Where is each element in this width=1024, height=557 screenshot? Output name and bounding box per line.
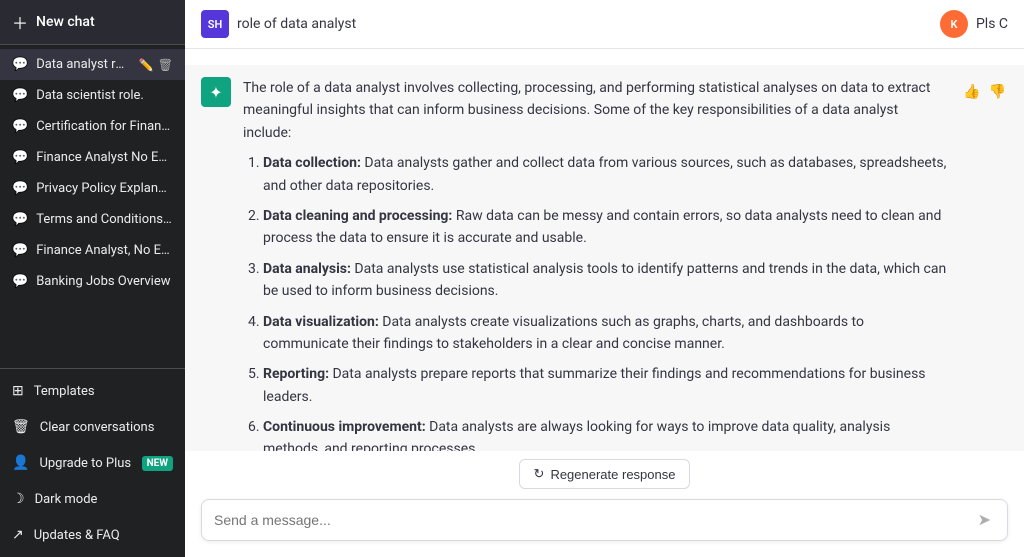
chat-item[interactable]: 💬 Terms and Conditions Expla...	[0, 204, 185, 235]
chat-item[interactable]: 💬 Finance Analyst, No Experien...	[0, 235, 185, 266]
list-item: Data analysis: Data analysts use statist…	[263, 258, 949, 303]
delete-icon[interactable]: 🗑	[158, 58, 173, 72]
gpt-avatar: ✦	[201, 77, 231, 107]
sidebar-item-upgrade[interactable]: 👤 Upgrade to Plus NEW	[0, 445, 185, 481]
upgrade-label: Upgrade to Plus	[39, 456, 131, 471]
chat-bubble-icon: 💬	[12, 57, 28, 72]
new-chat-label: New chat	[36, 14, 95, 30]
header-right-text: Pls C	[976, 16, 1008, 32]
chat-bubble-icon: 💬	[12, 150, 28, 165]
plus-icon: ＋	[12, 10, 28, 34]
chat-item[interactable]: 💬 Privacy Policy Explanation.	[0, 173, 185, 204]
sidebar: ＋ New chat 💬 Data analyst role. ✏️ 🗑 💬 D…	[0, 0, 185, 557]
assistant-message-row: ✦ The role of a data analyst involves co…	[185, 65, 1024, 451]
chat-item-actions: ✏️ 🗑	[139, 58, 173, 72]
chat-item[interactable]: 💬 Certification for Financial Ana...	[0, 111, 185, 142]
assistant-message-content: The role of a data analyst involves coll…	[243, 77, 949, 451]
gpt-icon: ✦	[209, 83, 222, 102]
assistant-intro: The role of a data analyst involves coll…	[243, 77, 949, 144]
header-user-section: SH role of data analyst	[201, 10, 356, 38]
bookmark-icon: ⊞	[12, 383, 24, 399]
person-icon: 👤	[12, 455, 29, 471]
clear-label: Clear conversations	[40, 420, 155, 435]
sidebar-item-dark-mode[interactable]: ☽ Dark mode	[0, 481, 185, 517]
sidebar-bottom: ⊞ Templates 🗑 Clear conversations 👤 Upgr…	[0, 368, 185, 557]
message-actions: 👍 👎	[961, 81, 1008, 102]
chat-item-label: Finance Analyst No Experien...	[36, 150, 173, 165]
chat-bubble-icon: 💬	[12, 212, 28, 227]
send-button[interactable]: ➤	[974, 508, 995, 532]
chat-bubble-icon: 💬	[12, 274, 28, 289]
dark-mode-label: Dark mode	[35, 492, 98, 507]
chat-item-label: Privacy Policy Explanation.	[36, 181, 173, 196]
sidebar-item-templates[interactable]: ⊞ Templates	[0, 373, 185, 409]
list-item: Data collection: Data analysts gather an…	[263, 152, 949, 197]
new-badge: NEW	[142, 456, 173, 471]
sidebar-item-faq[interactable]: ↗ Updates & FAQ	[0, 517, 185, 553]
chat-header: SH role of data analyst K Pls C	[185, 0, 1024, 49]
edit-icon[interactable]: ✏️	[139, 58, 154, 72]
trash-icon: 🗑	[12, 419, 30, 435]
list-item: Data cleaning and processing: Raw data c…	[263, 205, 949, 250]
moon-icon: ☽	[12, 491, 25, 507]
chat-item-label: Data scientist role.	[36, 88, 173, 103]
external-link-icon: ↗	[12, 527, 24, 543]
message-input-row: ➤	[201, 499, 1008, 541]
sidebar-item-clear[interactable]: 🗑 Clear conversations	[0, 409, 185, 445]
header-message: role of data analyst	[237, 16, 356, 32]
chat-item[interactable]: 💬 Data scientist role.	[0, 80, 185, 111]
chat-bubble-icon: 💬	[12, 88, 28, 103]
assistant-list: Data collection: Data analysts gather an…	[243, 152, 949, 451]
chat-item-label: Certification for Financial Ana...	[36, 119, 173, 134]
list-item: Reporting: Data analysts prepare reports…	[263, 363, 949, 408]
chat-list: 💬 Data analyst role. ✏️ 🗑 💬 Data scienti…	[0, 45, 185, 368]
templates-label: Templates	[34, 384, 95, 399]
chat-item-label: Banking Jobs Overview	[36, 274, 173, 289]
chat-item-label: Finance Analyst, No Experien...	[36, 243, 173, 258]
chat-bubble-icon: 💬	[12, 181, 28, 196]
regenerate-row: ↻ Regenerate response	[201, 459, 1008, 489]
chat-item[interactable]: 💬 Finance Analyst No Experien...	[0, 142, 185, 173]
regenerate-icon: ↻	[534, 466, 545, 482]
user-avatar: SH	[201, 10, 229, 38]
chat-item[interactable]: 💬 Banking Jobs Overview	[0, 266, 185, 297]
chat-bubble-icon: 💬	[12, 243, 28, 258]
bottom-area: ↻ Regenerate response ➤	[185, 451, 1024, 557]
regenerate-label: Regenerate response	[550, 467, 675, 482]
chat-item[interactable]: 💬 Data analyst role. ✏️ 🗑	[0, 49, 185, 80]
list-item: Data visualization: Data analysts create…	[263, 311, 949, 356]
regenerate-button[interactable]: ↻ Regenerate response	[519, 459, 691, 489]
chat-item-label: Terms and Conditions Expla...	[36, 212, 173, 227]
main-content: SH role of data analyst K Pls C ✦ The ro…	[185, 0, 1024, 557]
thumbs-up-button[interactable]: 👍	[961, 81, 982, 102]
send-icon: ➤	[978, 512, 991, 529]
chat-bubble-icon: 💬	[12, 119, 28, 134]
list-item: Continuous improvement: Data analysts ar…	[263, 416, 949, 451]
chat-area: ✦ The role of a data analyst involves co…	[185, 49, 1024, 451]
right-avatar: K	[940, 10, 968, 38]
faq-label: Updates & FAQ	[34, 528, 120, 543]
header-right-section: K Pls C	[940, 10, 1008, 38]
message-input[interactable]	[214, 512, 974, 528]
thumbs-down-button[interactable]: 👎	[987, 81, 1008, 102]
chat-item-label: Data analyst role.	[36, 57, 131, 72]
new-chat-button[interactable]: ＋ New chat	[0, 0, 185, 45]
